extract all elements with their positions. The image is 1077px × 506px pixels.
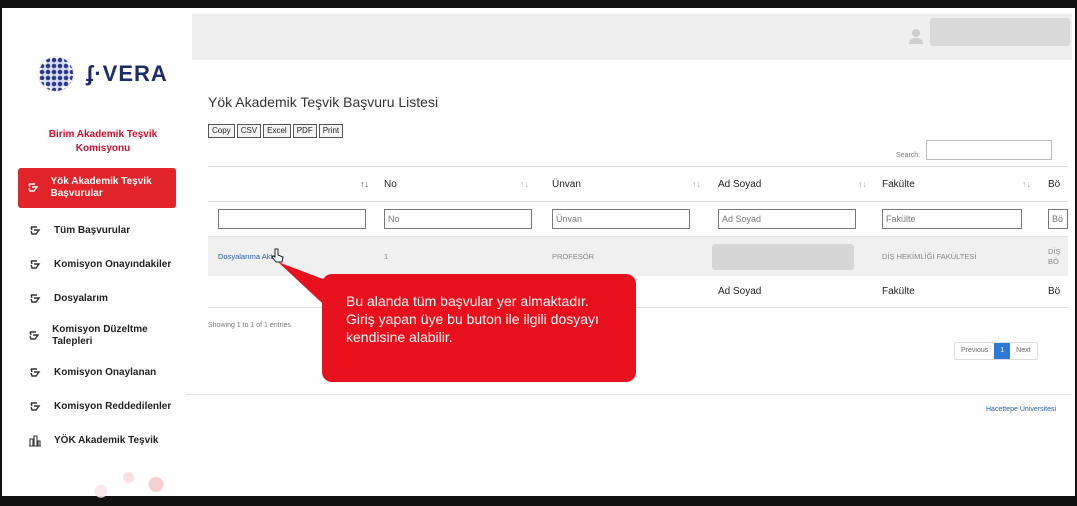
column-header-label: Fakülte bbox=[882, 178, 915, 190]
search-label: Search: bbox=[896, 151, 921, 159]
footer-fakulte: Fakülte bbox=[882, 286, 915, 297]
sort-icon: ↑↓ bbox=[1022, 179, 1031, 189]
filter-fakulte-input[interactable] bbox=[882, 209, 1022, 229]
footer-bolum: Bö bbox=[1048, 286, 1061, 297]
sidebar-nav: Yök Akademik Teşvik Başvurular Tüm Başvu… bbox=[18, 168, 176, 458]
column-header-fakulte[interactable]: Fakülte ↑↓ bbox=[882, 167, 1038, 201]
filter-ad-soyad-input[interactable] bbox=[718, 209, 856, 229]
hand-icon bbox=[26, 398, 44, 416]
sidebar-item-dosyalarim[interactable]: Dosyalarım bbox=[18, 282, 176, 316]
export-buttons: Copy CSV Excel PDF Print bbox=[208, 124, 344, 138]
sidebar-item-komisyon-onayindakiler[interactable]: Komisyon Onayındakiler bbox=[18, 248, 176, 282]
sort-asc-icon: ↑↓ bbox=[360, 179, 369, 189]
entries-info: Showing 1 to 1 of 1 entries bbox=[208, 322, 291, 329]
footer-ad-soyad: Ad Soyad bbox=[718, 286, 762, 297]
column-header-ad-soyad[interactable]: Ad Soyad ↑↓ bbox=[718, 167, 874, 201]
sidebar-item-label: Dosyalarım bbox=[54, 293, 108, 304]
sidebar-item-label: Yök Akademik Teşvik Başvurular bbox=[50, 176, 152, 199]
sidebar-item-komisyon-reddedilenler[interactable]: Komisyon Reddedilenler bbox=[18, 390, 176, 424]
column-header-unvan[interactable]: Ünvan ↑↓ bbox=[552, 167, 708, 201]
pdf-button[interactable]: PDF bbox=[292, 124, 317, 138]
cell-ad-soyad-redacted bbox=[712, 243, 854, 270]
excel-button[interactable]: Excel bbox=[263, 124, 291, 138]
user-icon[interactable] bbox=[906, 26, 926, 46]
sort-icon: ↑↓ bbox=[520, 179, 529, 189]
copy-button[interactable]: Copy bbox=[208, 124, 235, 138]
search-input[interactable] bbox=[926, 140, 1053, 160]
hand-pointer-cursor-icon bbox=[271, 248, 284, 263]
csv-button[interactable]: CSV bbox=[236, 124, 262, 138]
column-header-no[interactable]: No ↑↓ bbox=[384, 167, 544, 201]
hand-icon bbox=[26, 256, 44, 274]
cell-no: 1 bbox=[384, 252, 389, 261]
filter-unvan-input[interactable] bbox=[552, 209, 690, 229]
filter-no-input[interactable] bbox=[384, 209, 532, 229]
cell-fakulte: DİŞ HEKİMLİĞİ FAKÜLTESİ bbox=[882, 252, 977, 261]
sidebar-item-tum-basvurular[interactable]: Tüm Başvurular bbox=[18, 214, 176, 248]
tutorial-callout: Bu alanda tüm başvular yer almaktadır. G… bbox=[322, 274, 636, 382]
column-header-label: Ünvan bbox=[552, 178, 581, 190]
sidebar-item-label: Komisyon Reddedilenler bbox=[54, 401, 172, 412]
next-page-button[interactable]: Next bbox=[1010, 343, 1036, 359]
sidebar-item-yok-akademik-tesvik-basvurular[interactable]: Yök Akademik Teşvik Başvurular bbox=[18, 168, 176, 208]
sidebar-item-yok-akademik-tesvik[interactable]: YÖK Akademik Teşvik bbox=[18, 424, 176, 458]
sidebar-item-komisyon-onaylanan[interactable]: Komisyon Onaylanan bbox=[18, 356, 176, 390]
previous-page-button[interactable]: Previous bbox=[955, 343, 994, 359]
search-area: Search: bbox=[896, 140, 1053, 160]
sidebar: ʄ·VERA Birim Akademik Teşvik Komisyonu Y… bbox=[8, 8, 186, 498]
hand-icon bbox=[26, 327, 42, 345]
column-header-bolum[interactable]: Bö bbox=[1048, 167, 1068, 201]
cell-unvan: PROFESÖR bbox=[552, 252, 595, 261]
column-header-label: Bö bbox=[1048, 178, 1061, 190]
hand-icon bbox=[26, 179, 40, 197]
logo-text: ʄ·VERA bbox=[86, 61, 168, 86]
sidebar-item-label: Tüm Başvurular bbox=[54, 225, 131, 236]
sidebar-item-label: Komisyon Onaylanan bbox=[54, 367, 157, 378]
sidebar-item-label: Komisyon Onayındakiler bbox=[54, 259, 172, 270]
column-header-label: No bbox=[384, 178, 397, 190]
table-header-row: ↑↓ No ↑↓ Ünvan ↑↓ Ad Soyad ↑↓ Fakülte ↑↓… bbox=[208, 166, 1068, 202]
university-footer-link[interactable]: Hacettepe Üniversitesi bbox=[986, 406, 1056, 413]
hand-icon bbox=[26, 222, 44, 240]
unit-title: Birim Akademik Teşvik Komisyonu bbox=[48, 129, 158, 154]
hand-icon bbox=[26, 364, 44, 382]
footer-divider bbox=[186, 394, 1072, 395]
sidebar-item-komisyon-duzeltme-talepleri[interactable]: Komisyon Düzeltme Talepleri bbox=[18, 316, 176, 356]
user-menu-redacted[interactable] bbox=[930, 18, 1070, 46]
cell-bolum: DİŞ BÖ bbox=[1048, 246, 1061, 266]
column-header-action[interactable]: ↑↓ bbox=[208, 167, 374, 201]
table-filter-row bbox=[208, 202, 1068, 236]
column-header-label: Ad Soyad bbox=[718, 178, 762, 190]
page-1-button[interactable]: 1 bbox=[994, 343, 1011, 359]
sidebar-item-label: Komisyon Düzeltme Talepleri bbox=[52, 324, 148, 347]
hand-icon bbox=[26, 290, 44, 308]
print-button[interactable]: Print bbox=[318, 124, 344, 138]
sidebar-item-label: YÖK Akademik Teşvik bbox=[54, 435, 159, 446]
table-row: Dosyalarıma Aktar 1 PROFESÖR DİŞ HEKİMLİ… bbox=[208, 236, 1068, 276]
sort-icon: ↑↓ bbox=[858, 179, 867, 189]
vera-dots-logo-icon bbox=[38, 56, 74, 92]
chart-icon bbox=[26, 432, 44, 450]
decorative-bubbles bbox=[68, 464, 178, 498]
pagination: Previous 1 Next bbox=[954, 342, 1038, 360]
filter-action-input[interactable] bbox=[218, 209, 366, 229]
page-title: Yök Akademik Teşvik Başvuru Listesi bbox=[208, 94, 439, 110]
filter-bolum-input[interactable] bbox=[1048, 209, 1068, 229]
sort-icon: ↑↓ bbox=[692, 179, 701, 189]
vera-logo[interactable]: ʄ·VERA bbox=[38, 54, 168, 94]
